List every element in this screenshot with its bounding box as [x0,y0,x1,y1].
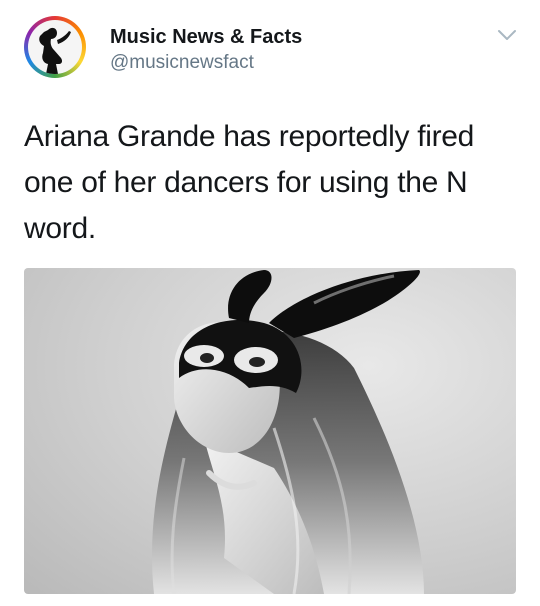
photo-illustration [152,270,424,594]
avatar[interactable] [24,16,86,78]
tweet-text: Ariana Grande has reportedly fired one o… [24,120,475,245]
display-name[interactable]: Music News & Facts [110,26,302,49]
tweet-photo[interactable] [24,268,516,594]
user-handle[interactable]: @musicnewsfact [110,52,254,74]
dancer-silhouette-icon [39,27,71,74]
avatar-image [28,20,82,74]
chevron-down-icon[interactable] [496,26,518,44]
tweet-card: Music News & Facts @musicnewsfact Ariana… [0,0,540,606]
